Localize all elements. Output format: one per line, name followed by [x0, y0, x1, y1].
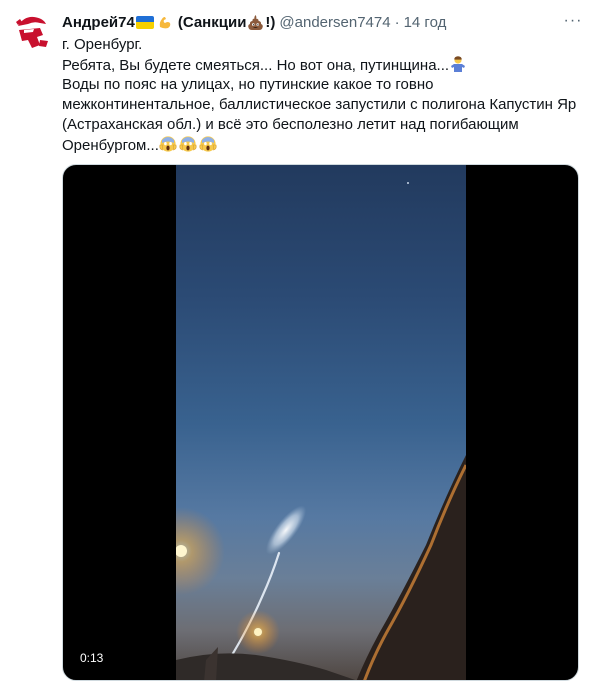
- tweet-text-line: межконтинентальное, баллистическое запус…: [62, 96, 577, 114]
- tweet-text-segment: Оренбургом...: [62, 136, 159, 154]
- pile-of-poo-icon: [248, 14, 264, 30]
- author-handle[interactable]: @andersen7474: [279, 14, 390, 31]
- author-name-suffix-open: (Санкции: [177, 13, 247, 31]
- face-screaming-icon: [159, 135, 217, 152]
- person-shrugging-icon: [451, 55, 466, 72]
- tweet-text-line: (Астраханская обл.) и всё это бесполезно…: [62, 115, 519, 133]
- tweet-text-segment: Ребята, Вы будете смеяться... Но вот она…: [62, 56, 450, 74]
- video-time-badge: 0:13: [75, 649, 109, 667]
- tweet-text-line: Воды по пояс на улицах, но путинские как…: [62, 76, 434, 94]
- author-name[interactable]: Андрей74: [62, 14, 135, 31]
- tweet[interactable]: ··· Андрей74 (Санкции !) @andersen7474 ·…: [0, 0, 595, 687]
- tweet-text-line: Оренбургом...: [62, 135, 582, 156]
- avatar-logo: [10, 10, 54, 54]
- more-icon[interactable]: ···: [562, 10, 584, 32]
- video-scene: [176, 182, 466, 680]
- video-player[interactable]: 0:13: [62, 164, 579, 681]
- tweet-text: г. Оренбург. Ребята, Вы будете смеяться.…: [62, 35, 582, 155]
- tweet-header: Андрей74 (Санкции !) @andersen7474 · 14 …: [62, 12, 446, 32]
- flexed-biceps-icon: [159, 17, 171, 29]
- tweet-text-line: Ребята, Вы будете смеяться... Но вот она…: [62, 55, 582, 76]
- tweet-time[interactable]: 14 год: [404, 14, 447, 31]
- tweet-text-line: г. Оренбург.: [62, 36, 143, 53]
- ukraine-flag-icon: [135, 15, 154, 29]
- avatar[interactable]: [10, 10, 54, 54]
- author-name-suffix-close: !): [265, 13, 276, 31]
- video-frame[interactable]: [176, 165, 466, 680]
- separator-dot: ·: [394, 13, 400, 31]
